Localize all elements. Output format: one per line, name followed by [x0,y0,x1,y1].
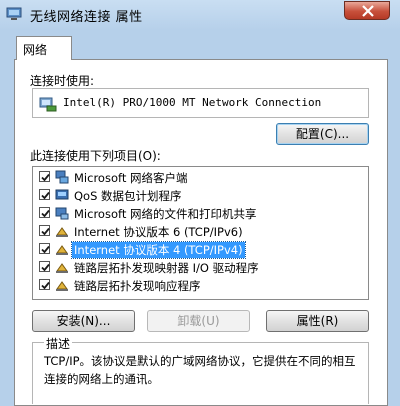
list-item-label: QoS 数据包计划程序 [74,189,182,203]
connect-using-label: 连接时使用: [30,74,95,88]
checkmark-icon [41,173,50,182]
checkmark-icon [41,191,50,200]
properties-button[interactable]: 属性(R) [266,310,369,332]
list-item-label: Internet 协议版本 6 (TCP/IPv6) [74,225,243,239]
window-title: 无线网络连接 属性 [30,10,143,25]
list-item-label: 链路层拓扑发现响应程序 [74,279,201,293]
items-label: 此连接使用下列项目(O): [30,149,161,163]
protocol-icon [56,263,68,273]
checkbox[interactable] [39,189,50,200]
checkmark-icon [41,245,50,254]
list-item-label: 链路层拓扑发现映射器 I/O 驱动程序 [74,261,259,275]
checkbox[interactable] [39,207,50,218]
protocol-icon [56,281,68,291]
tab-network-label: 网络 [23,43,48,57]
checkbox[interactable] [39,261,50,272]
checkbox[interactable] [39,279,50,290]
network-connection-icon [6,7,22,20]
description-text: TCP/IP。该协议是默认的广域网络协议，它提供在不同的相互连接的网络上的通讯。 [44,354,356,386]
checkmark-icon [41,281,50,290]
components-list[interactable]: Microsoft 网络客户端 QoS 数据包计划程序 Microsoft 网络的文… [32,166,369,300]
checkmark-icon [41,209,50,218]
list-item[interactable]: QoS 数据包计划程序 [33,188,353,205]
list-item[interactable]: 链路层拓扑发现映射器 I/O 驱动程序 [33,260,353,277]
network-adapter-icon [39,97,57,112]
list-item[interactable]: Microsoft 网络的文件和打印机共享 [33,206,353,223]
checkbox[interactable] [39,225,50,236]
protocol-icon [56,227,68,237]
qos-icon [55,189,69,200]
list-item[interactable]: Internet 协议版本 6 (TCP/IPv6) [33,224,353,241]
checkbox[interactable] [39,243,50,254]
close-icon [362,5,374,17]
description-legend: 描述 [44,335,73,352]
properties-window: 无线网络连接 属性 网络 连接时使用: Intel(R) PRO/1000 MT… [0,0,400,406]
checkmark-icon [41,227,50,236]
close-button[interactable] [344,1,390,20]
uninstall-button: 卸载(U) [147,310,250,332]
list-item-label: Microsoft 网络的文件和打印机共享 [74,207,257,221]
list-item[interactable]: 链路层拓扑发现响应程序 [33,278,353,295]
title-bar[interactable]: 无线网络连接 属性 [0,0,400,30]
configure-button[interactable]: 配置(C)... [276,123,369,145]
file-printer-sharing-icon [55,207,69,220]
list-item-label: Microsoft 网络客户端 [74,171,188,185]
list-item-label: Internet 协议版本 4 (TCP/IPv4) [71,241,246,259]
checkmark-icon [41,263,50,272]
protocol-icon [56,245,68,255]
checkbox[interactable] [39,171,50,182]
adapter-name: Intel(R) PRO/1000 MT Network Connection [63,96,322,109]
list-item[interactable]: Internet 协议版本 4 (TCP/IPv4) [33,241,353,259]
adapter-box: Intel(R) PRO/1000 MT Network Connection [32,88,369,118]
network-client-icon [55,170,69,184]
install-button[interactable]: 安装(N)... [32,310,135,332]
tab-network[interactable]: 网络 [16,36,72,60]
list-item[interactable]: Microsoft 网络客户端 [33,170,353,187]
